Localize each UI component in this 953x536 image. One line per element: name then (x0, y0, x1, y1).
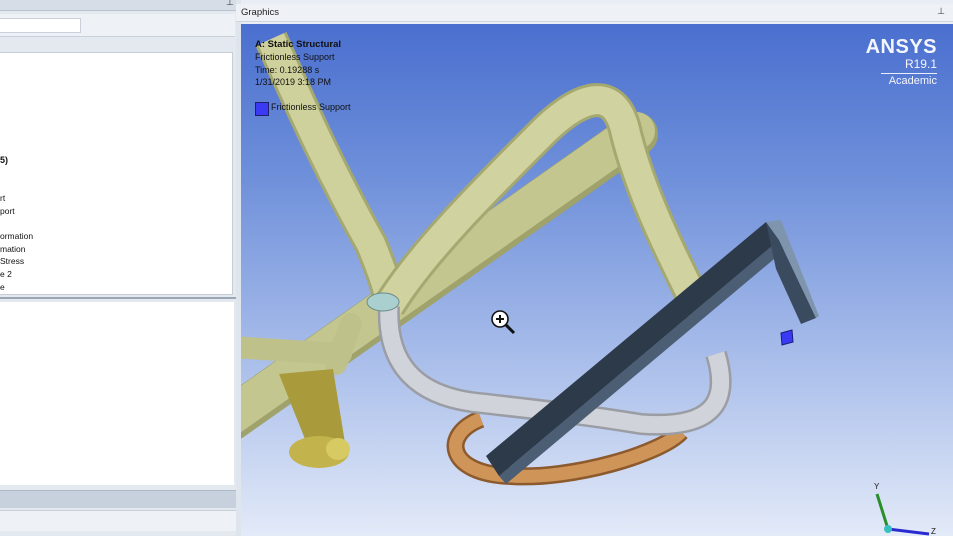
outline-tree: 5) rt port ormation mation Stress e 2 e (0, 52, 233, 295)
graphics-panel-title: Graphics (241, 7, 280, 18)
tree-item[interactable]: rt (0, 193, 5, 203)
pipe-joint (366, 292, 400, 312)
tree-item[interactable]: mation (0, 244, 26, 254)
pane-divider[interactable] (0, 297, 236, 299)
outline-pane: ⊥ 5) rt port ormation mation Stress e 2 … (0, 0, 236, 536)
legend-label: Frictionless Support (271, 102, 351, 112)
outline-toolbar (0, 14, 235, 37)
support-marker (780, 329, 794, 346)
tree-item[interactable]: e 2 (0, 269, 12, 279)
triad-z-label: Z (931, 527, 936, 536)
zoom-cursor-icon (489, 308, 517, 341)
valve-face (326, 438, 350, 460)
brand-version: R19.1 (904, 57, 937, 71)
pin-icon[interactable]: ⊥ (937, 6, 945, 17)
object-name: Frictionless Support (255, 52, 335, 62)
triad-y-label: Y (874, 482, 880, 491)
ansys-logo: ANSYS R19.1 Academic (866, 36, 937, 89)
graphics-viewport[interactable]: A: Static Structural Frictionless Suppor… (241, 24, 953, 536)
beam-bracket (766, 222, 816, 324)
tree-item[interactable]: Stress (0, 256, 24, 266)
triad-y-axis (875, 493, 890, 530)
brand-tier: Academic (880, 73, 937, 87)
model-geometry[interactable] (241, 24, 953, 536)
pin-icon[interactable]: ⊥ (226, 0, 234, 8)
analysis-title: A: Static Structural (255, 39, 342, 50)
tree-item[interactable]: 5) (0, 155, 8, 165)
outline-search-input[interactable] (0, 18, 81, 33)
graphics-title-bar: Graphics ⊥ (236, 4, 953, 22)
tree-item[interactable]: e (0, 282, 5, 292)
time-label: Time: 0.19288 s (255, 65, 320, 75)
horizontal-pipe (241, 336, 352, 365)
brand-name: ANSYS (865, 36, 937, 58)
date-label: 1/31/2019 3:18 PM (255, 77, 332, 87)
outline-title-bar (0, 0, 236, 11)
triad-z-axis (887, 527, 930, 536)
beam-face (486, 222, 779, 476)
details-title-bar (0, 490, 236, 508)
tree-item[interactable]: ormation (0, 231, 33, 241)
details-panel (0, 302, 234, 485)
legend-swatch (255, 102, 269, 116)
pipe-elbow (325, 313, 362, 375)
details-footer (0, 510, 236, 531)
tree-item[interactable]: port (0, 206, 15, 216)
triad-origin (884, 525, 892, 533)
